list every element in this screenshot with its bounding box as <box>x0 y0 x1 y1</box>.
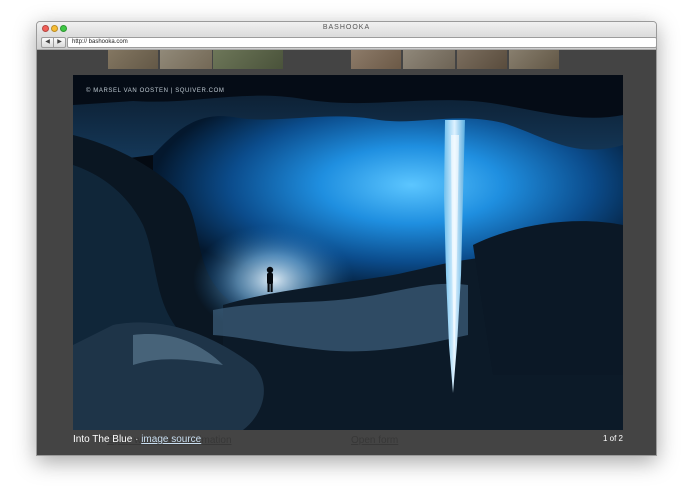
lightbox-caption: Into The Blue · image source <box>73 434 201 445</box>
address-bar[interactable]: http:// bashooka.com <box>67 37 656 48</box>
browser-toolbar: ◀ ▶ http:// bashooka.com <box>37 36 656 50</box>
title-bar: BASHOOKA <box>37 22 656 36</box>
ice-cave-photo <box>73 75 623 430</box>
photo-watermark: © MARSEL VAN OOSTEN | SQUIVER.COM <box>86 88 225 94</box>
gallery-thumbnail[interactable] <box>108 50 158 69</box>
gallery-thumbnail[interactable] <box>160 50 212 69</box>
image-title: Into The Blue <box>73 434 133 445</box>
lightbox-image[interactable]: © MARSEL VAN OOSTEN | SQUIVER.COM <box>73 75 623 430</box>
open-form-link[interactable]: Open form <box>351 435 398 446</box>
gallery-thumbnail[interactable] <box>403 50 455 69</box>
image-source-link[interactable]: image source <box>141 434 201 445</box>
forward-button[interactable]: ▶ <box>53 37 66 48</box>
gallery-thumbnail[interactable] <box>213 50 283 69</box>
browser-window: BASHOOKA ◀ ▶ http:// bashooka.com Open w… <box>36 21 657 456</box>
gallery-thumbnail[interactable] <box>509 50 559 69</box>
caption-separator: · <box>132 434 142 445</box>
gallery-thumbnail[interactable] <box>457 50 507 69</box>
forward-arrow-icon: ▶ <box>57 39 62 45</box>
page-viewport: Open with fade-in animation Open form © … <box>37 50 656 455</box>
back-arrow-icon: ◀ <box>45 39 50 45</box>
image-counter: 1 of 2 <box>602 434 623 443</box>
window-title: BASHOOKA <box>322 24 371 31</box>
gallery-thumbnail[interactable] <box>351 50 401 69</box>
